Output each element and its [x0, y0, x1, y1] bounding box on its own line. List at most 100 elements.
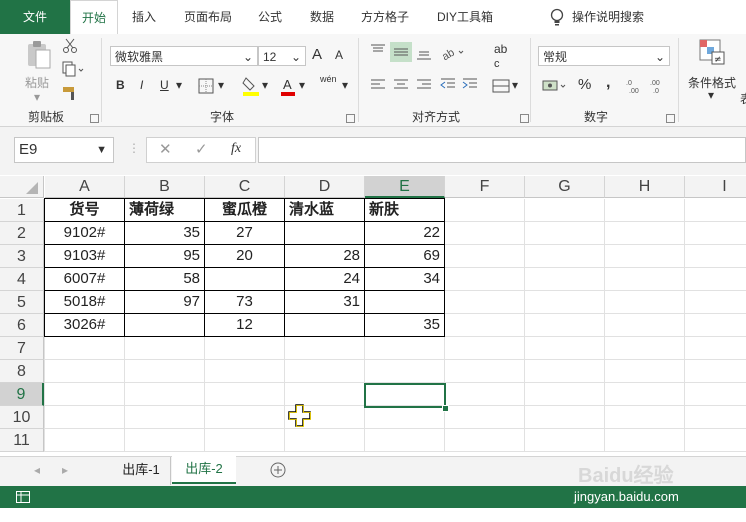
bold-button[interactable]: B	[116, 78, 125, 92]
increase-indent-icon[interactable]	[462, 78, 478, 92]
table-header-cell[interactable]: 蜜瓜橙	[205, 199, 284, 221]
merge-center-icon[interactable]	[492, 78, 510, 94]
wrap-text-icon[interactable]: ab c	[494, 42, 507, 70]
format-painter-icon[interactable]	[62, 85, 78, 101]
font-color-icon[interactable]: A	[280, 76, 296, 96]
table-cell[interactable]: 20	[205, 245, 284, 267]
worksheet-grid[interactable]: ABCDEFGHI 1 2 3 4 5 6 7 8 9 10 11 货号 薄荷绿 蜜瓜橙 清水蓝 新肤 910…	[0, 176, 746, 456]
table-cell[interactable]: 22	[365, 222, 444, 244]
table-cell[interactable]: 34	[365, 268, 444, 290]
align-left-icon[interactable]	[370, 78, 386, 92]
column-header-e[interactable]: E	[365, 176, 445, 198]
align-bottom-icon[interactable]	[416, 46, 432, 60]
align-top-icon[interactable]	[370, 44, 386, 58]
table-cell[interactable]: 5018#	[45, 291, 124, 313]
percent-button[interactable]: %	[578, 76, 591, 93]
table-cell[interactable]: 97	[125, 291, 204, 313]
table-header-cell[interactable]: 新肤	[365, 199, 444, 221]
tab-diy-toolbox[interactable]: DIY工具箱	[424, 0, 506, 34]
tab-formulas[interactable]: 公式	[248, 0, 292, 34]
chevron-down-icon[interactable]: ▾	[708, 88, 714, 102]
table-cell[interactable]: 28	[285, 245, 364, 267]
table-cell[interactable]: 9103#	[45, 245, 124, 267]
table-cell[interactable]: 35	[365, 314, 444, 336]
paste-button[interactable]: 粘贴	[25, 74, 49, 91]
accounting-format-icon[interactable]	[542, 78, 568, 94]
column-header-h[interactable]: H	[605, 176, 685, 198]
chevron-down-icon[interactable]: ▾	[512, 78, 518, 92]
chevron-down-icon[interactable]: ▾	[342, 78, 348, 92]
column-header-b[interactable]: B	[125, 176, 205, 198]
chevron-down-icon[interactable]: ▾	[299, 78, 305, 92]
sheet-tab-1[interactable]: 出库-1	[112, 457, 171, 485]
underline-button[interactable]: U	[160, 78, 169, 92]
column-header-d[interactable]: D	[285, 176, 365, 198]
grow-font-button[interactable]: A	[312, 46, 322, 63]
row-header-9[interactable]: 9	[0, 383, 44, 406]
alignment-launcher-icon[interactable]	[520, 114, 529, 123]
align-right-icon[interactable]	[416, 78, 432, 92]
select-all-corner[interactable]	[0, 176, 44, 198]
clipboard-launcher-icon[interactable]	[90, 114, 99, 123]
column-header-f[interactable]: F	[445, 176, 525, 198]
tell-me-search[interactable]: 操作说明搜索	[572, 0, 656, 34]
table-cell[interactable]: 69	[365, 245, 444, 267]
column-header-c[interactable]: C	[205, 176, 285, 198]
fill-handle[interactable]	[442, 405, 449, 412]
insert-function-icon[interactable]: fx	[231, 139, 241, 159]
number-launcher-icon[interactable]	[666, 114, 675, 123]
table-cell[interactable]: 58	[125, 268, 204, 290]
row-header-5[interactable]: 5	[0, 291, 44, 314]
paste-icon[interactable]	[26, 40, 52, 70]
add-sheet-icon[interactable]	[270, 462, 286, 478]
italic-button[interactable]: I	[140, 78, 143, 92]
row-header-8[interactable]: 8	[0, 360, 44, 383]
chevron-down-icon[interactable]: ▾	[218, 78, 224, 92]
cut-icon[interactable]	[62, 38, 78, 54]
column-header-a[interactable]: A	[45, 176, 125, 198]
paste-dropdown-icon[interactable]: ▾	[34, 90, 40, 104]
align-middle-icon[interactable]	[390, 42, 412, 62]
row-header-6[interactable]: 6	[0, 314, 44, 337]
row-header-3[interactable]: 3	[0, 245, 44, 268]
table-cell[interactable]: 27	[205, 222, 284, 244]
sheet-tab-2[interactable]: 出库-2	[172, 456, 236, 484]
next-sheet-icon[interactable]: ▸	[62, 463, 68, 477]
prev-sheet-icon[interactable]: ◂	[34, 463, 40, 477]
decrease-decimal-icon[interactable]: .00.0	[650, 78, 668, 95]
tab-insert[interactable]: 插入	[120, 0, 168, 34]
table-cell[interactable]: 9102#	[45, 222, 124, 244]
tab-page-layout[interactable]: 页面布局	[172, 0, 244, 34]
table-header-cell[interactable]: 货号	[45, 199, 124, 221]
font-size-box[interactable]: 12 ⌄	[258, 46, 306, 66]
decrease-indent-icon[interactable]	[440, 78, 456, 92]
tab-data[interactable]: 数据	[296, 0, 348, 34]
name-box[interactable]: E9 ▼	[14, 137, 114, 163]
fill-color-icon[interactable]	[242, 76, 260, 96]
chevron-down-icon[interactable]: ▾	[262, 78, 268, 92]
column-header-i[interactable]: I	[685, 176, 746, 198]
font-launcher-icon[interactable]	[346, 114, 355, 123]
table-cell[interactable]: 12	[205, 314, 284, 336]
align-center-icon[interactable]	[393, 78, 409, 92]
format-as-table-cut[interactable]: 表	[740, 90, 746, 107]
phonetic-button[interactable]: wén	[320, 74, 337, 84]
table-cell[interactable]: 35	[125, 222, 204, 244]
cancel-icon[interactable]: ✕	[159, 140, 172, 160]
formula-input[interactable]	[258, 137, 746, 163]
column-header-g[interactable]: G	[525, 176, 605, 198]
font-name-box[interactable]: 微软雅黑 ⌄	[110, 46, 258, 66]
conditional-formatting-icon[interactable]: ≠	[698, 38, 726, 66]
chevron-down-icon[interactable]: ▾	[176, 78, 182, 92]
active-cell-selection[interactable]	[364, 383, 446, 408]
tab-file[interactable]: 文件	[0, 0, 70, 34]
row-header-1[interactable]: 1	[0, 199, 44, 222]
tab-fangfang[interactable]: 方方格子	[352, 0, 418, 34]
tab-home[interactable]: 开始	[70, 0, 118, 36]
row-header-11[interactable]: 11	[0, 429, 44, 452]
table-cell[interactable]: 6007#	[45, 268, 124, 290]
enter-icon[interactable]: ✓	[195, 140, 208, 160]
comma-button[interactable]: ,	[606, 74, 610, 92]
table-cell[interactable]: 3026#	[45, 314, 124, 336]
table-cell[interactable]: 31	[285, 291, 364, 313]
